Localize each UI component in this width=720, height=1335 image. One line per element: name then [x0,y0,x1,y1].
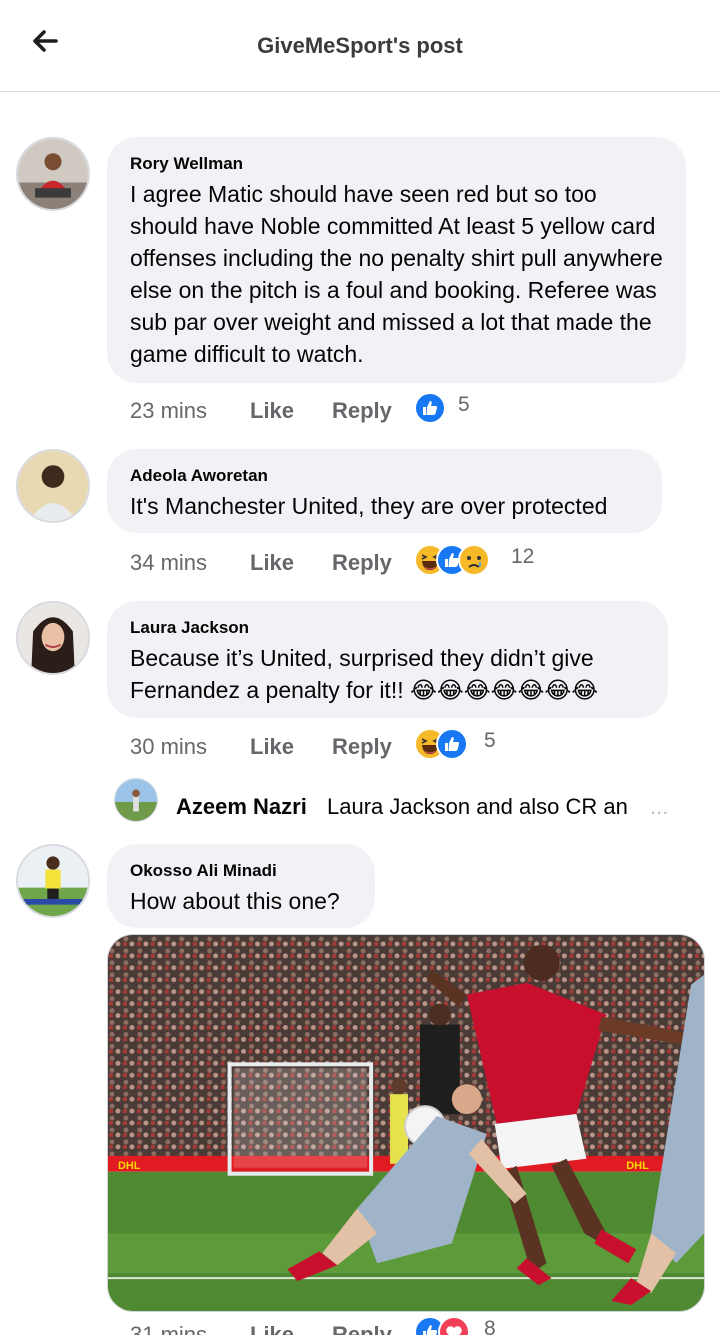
reply-button[interactable]: Reply [332,550,392,576]
avatar[interactable] [16,844,90,918]
comment-bubble: Adeola Aworetan It's Manchester United, … [107,449,662,533]
reply-button[interactable]: Reply [332,398,392,424]
top-bar: GiveMeSport's post [0,0,720,92]
comment-text: It's Manchester United, they are over pr… [130,493,608,519]
avatar[interactable] [16,449,90,523]
comment-text: Because it’s United, surprised they didn… [130,645,599,703]
like-button[interactable]: Like [250,398,294,424]
page-title: GiveMeSport's post [257,33,463,58]
reply-text: Laura Jackson and also CR an [327,794,628,819]
comment-author[interactable]: Laura Jackson [130,618,646,638]
reaction-count[interactable]: 5 [458,393,470,417]
reply-preview[interactable]: Azeem Nazri Laura Jackson and also CR an… [114,778,704,824]
reply-ellipsis: ... [650,794,669,819]
reply-button[interactable]: Reply [332,734,392,760]
love-reaction-icon [438,1316,470,1335]
comment-author[interactable]: Rory Wellman [130,154,664,174]
comment-actions: 23 mins Like Reply 5 [130,392,690,428]
like-reaction-icon [436,728,468,760]
avatar[interactable] [16,601,90,675]
comment-bubble: Laura Jackson Because it’s United, surpr… [107,601,668,718]
comment-author[interactable]: Okosso Ali Minadi [130,861,353,881]
comment-bubble: Rory Wellman I agree Matic should have s… [107,137,686,383]
reaction-count[interactable]: 8 [484,1317,496,1335]
comment-text: I agree Matic should have seen red but s… [130,181,663,367]
comment-photo[interactable]: DHL DHL [107,934,705,1312]
reaction-count[interactable]: 12 [511,545,534,569]
comment-text: How about this one? [130,888,340,914]
reaction-count[interactable]: 5 [484,729,496,753]
comment-actions: 31 mins Like Reply 8 [130,1316,690,1335]
svg-text:DHL: DHL [626,1160,649,1172]
comment-time[interactable]: 31 mins [130,1322,207,1335]
comment-actions: 34 mins Like Reply 12 [130,544,690,580]
reply-author[interactable]: Azeem Nazri [176,794,307,820]
like-button[interactable]: Like [250,734,294,760]
avatar[interactable] [16,137,90,211]
sad-reaction-icon [458,544,490,576]
comment-time[interactable]: 34 mins [130,550,207,576]
comment-bubble: Okosso Ali Minadi How about this one? [107,844,375,928]
svg-text:DHL: DHL [118,1160,141,1172]
like-reaction-icon [414,392,446,424]
reply-button[interactable]: Reply [332,1322,392,1335]
comment-time[interactable]: 23 mins [130,398,207,424]
like-button[interactable]: Like [250,550,294,576]
like-button[interactable]: Like [250,1322,294,1335]
comment-actions: 30 mins Like Reply 5 [130,728,690,764]
avatar[interactable] [114,778,158,822]
divider: · · · · · · [40,86,107,97]
comment-time[interactable]: 30 mins [130,734,207,760]
comment-author[interactable]: Adeola Aworetan [130,466,640,486]
